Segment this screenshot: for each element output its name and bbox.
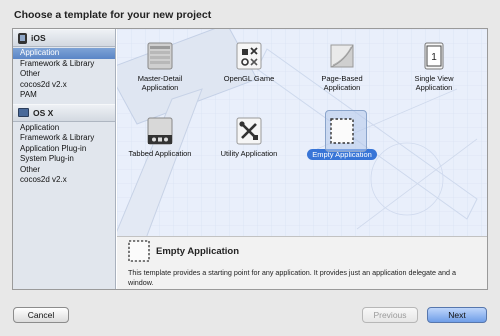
template-label: Utility Application (220, 149, 278, 158)
page-based-icon (327, 41, 357, 71)
sidebar-item-ios-application[interactable]: Application (13, 48, 115, 59)
cancel-button[interactable]: Cancel (13, 307, 69, 323)
template-label: OpenGL Game (223, 74, 275, 83)
sidebar-item-osx-other[interactable]: Other (13, 165, 115, 176)
detail-description: This template provides a starting point … (128, 268, 457, 287)
template-label: Master-Detail Application (137, 74, 183, 92)
template-label: Tabbed Application (128, 149, 192, 158)
new-project-dialog: Choose a template for your new project i… (0, 0, 500, 336)
sidebar-item-ios-framework-library[interactable]: Framework & Library (13, 59, 115, 70)
next-button[interactable]: Next (427, 307, 487, 323)
template-empty-application[interactable]: Empty Application (298, 110, 386, 160)
template-detail-pane: Empty Application This template provides… (117, 236, 487, 289)
osx-category-list: Application Framework & Library Applicat… (13, 122, 115, 189)
dialog-title: Choose a template for your new project (14, 9, 212, 21)
template-utility[interactable]: Utility Application (205, 116, 293, 158)
template-opengl-game[interactable]: OpenGL Game (205, 41, 293, 83)
tabbed-icon (145, 116, 175, 146)
single-view-icon: 1 (419, 41, 449, 71)
template-page-based[interactable]: Page-Based Application (298, 41, 386, 92)
sidebar-item-osx-cocos2d[interactable]: cocos2d v2.x (13, 175, 115, 186)
sidebar-section-osx: OS X (13, 103, 115, 122)
iphone-icon (18, 32, 27, 44)
opengl-game-icon (234, 41, 264, 71)
sidebar-section-label: OS X (33, 107, 54, 118)
empty-app-icon (127, 239, 151, 263)
sidebar-item-ios-cocos2d[interactable]: cocos2d v2.x (13, 80, 115, 91)
mac-icon (18, 108, 29, 117)
master-detail-icon (145, 41, 175, 71)
sidebar-item-ios-pam[interactable]: PAM (13, 90, 115, 101)
template-master-detail[interactable]: Master-Detail Application (117, 41, 204, 92)
previous-button[interactable]: Previous (362, 307, 418, 323)
template-label: Single View Application (414, 74, 454, 92)
empty-app-icon (327, 116, 357, 146)
sidebar-item-osx-system-plugin[interactable]: System Plug-in (13, 154, 115, 165)
template-chooser-panel: iOS Application Framework & Library Othe… (12, 28, 488, 290)
utility-icon (234, 116, 264, 146)
template-single-view[interactable]: 1 Single View Application (390, 41, 478, 92)
sidebar-item-ios-other[interactable]: Other (13, 69, 115, 80)
sidebar-item-osx-framework-library[interactable]: Framework & Library (13, 133, 115, 144)
sidebar-item-osx-application[interactable]: Application (13, 123, 115, 134)
template-tabbed[interactable]: Tabbed Application (117, 116, 204, 158)
ios-category-list: Application Framework & Library Other co… (13, 47, 115, 104)
template-label: Page-Based Application (321, 74, 363, 92)
sidebar-section-ios: iOS (13, 29, 115, 47)
sidebar-section-label: iOS (31, 33, 46, 43)
detail-title: Empty Application (156, 246, 240, 257)
svg-text:1: 1 (431, 52, 437, 63)
sidebar-item-osx-application-plugin[interactable]: Application Plug-in (13, 144, 115, 155)
template-grid: Master-Detail Application OpenGL Game Pa… (117, 29, 487, 289)
platform-sidebar: iOS Application Framework & Library Othe… (13, 29, 116, 289)
